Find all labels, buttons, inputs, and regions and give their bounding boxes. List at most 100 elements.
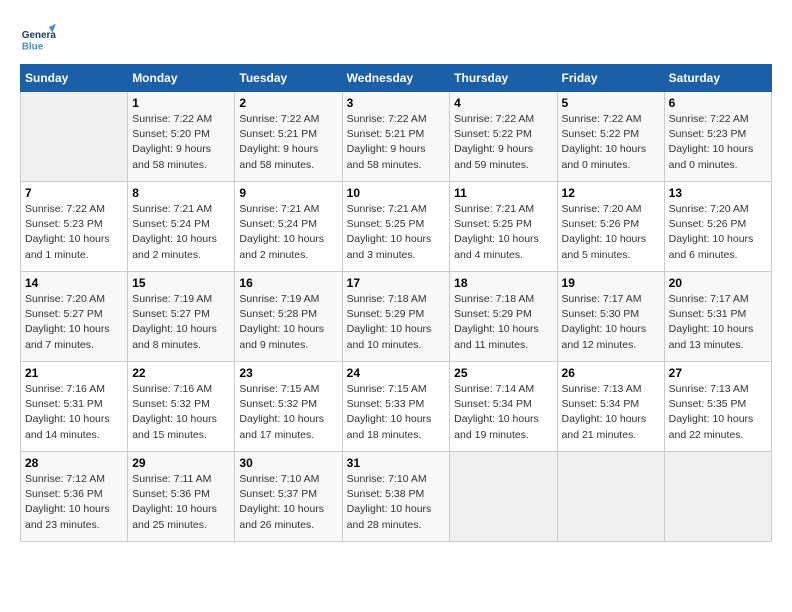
day-number: 29 — [132, 456, 230, 470]
day-info: Sunrise: 7:22 AMSunset: 5:23 PMDaylight:… — [669, 112, 767, 173]
calendar-cell: 7 Sunrise: 7:22 AMSunset: 5:23 PMDaylight… — [21, 182, 128, 272]
day-number: 1 — [132, 96, 230, 110]
calendar-cell: 6 Sunrise: 7:22 AMSunset: 5:23 PMDaylight… — [664, 92, 771, 182]
day-number: 8 — [132, 186, 230, 200]
calendar-cell: 10 Sunrise: 7:21 AMSunset: 5:25 PMDayligh… — [342, 182, 450, 272]
calendar-cell — [557, 452, 664, 542]
day-info: Sunrise: 7:21 AMSunset: 5:24 PMDaylight:… — [239, 202, 337, 263]
day-number: 27 — [669, 366, 767, 380]
day-info: Sunrise: 7:17 AMSunset: 5:31 PMDaylight:… — [669, 292, 767, 353]
day-info: Sunrise: 7:22 AMSunset: 5:23 PMDaylight:… — [25, 202, 123, 263]
svg-text:General: General — [22, 30, 56, 41]
calendar-cell — [21, 92, 128, 182]
calendar-cell: 1 Sunrise: 7:22 AMSunset: 5:20 PMDaylight… — [128, 92, 235, 182]
day-number: 3 — [347, 96, 446, 110]
calendar-cell — [664, 452, 771, 542]
day-info: Sunrise: 7:19 AMSunset: 5:28 PMDaylight:… — [239, 292, 337, 353]
day-number: 31 — [347, 456, 446, 470]
day-info: Sunrise: 7:22 AMSunset: 5:22 PMDaylight:… — [454, 112, 552, 173]
calendar-cell: 23Sunrise: 7:15 AMSunset: 5:32 PMDayligh… — [235, 362, 342, 452]
calendar-cell: 15 Sunrise: 7:19 AMSunset: 5:27 PMDayligh… — [128, 272, 235, 362]
calendar-cell: 19Sunrise: 7:17 AMSunset: 5:30 PMDayligh… — [557, 272, 664, 362]
day-info: Sunrise: 7:22 AMSunset: 5:21 PMDaylight:… — [347, 112, 446, 173]
day-info: Sunrise: 7:20 AMSunset: 5:26 PMDaylight:… — [669, 202, 767, 263]
page-header: General Blue — [20, 20, 772, 56]
calendar-week-4: 21 Sunrise: 7:16 AMSunset: 5:31 PMDayligh… — [21, 362, 772, 452]
day-info: Sunrise: 7:13 AMSunset: 5:35 PMDaylight:… — [669, 382, 767, 443]
day-number: 14 — [25, 276, 123, 290]
day-info: Sunrise: 7:14 AMSunset: 5:34 PMDaylight:… — [454, 382, 552, 443]
calendar-cell: 31 Sunrise: 7:10 AMSunset: 5:38 PMDayligh… — [342, 452, 450, 542]
day-number: 16 — [239, 276, 337, 290]
calendar-cell: 3 Sunrise: 7:22 AMSunset: 5:21 PMDaylight… — [342, 92, 450, 182]
calendar-cell: 13 Sunrise: 7:20 AMSunset: 5:26 PMDayligh… — [664, 182, 771, 272]
day-number: 15 — [132, 276, 230, 290]
column-header-wednesday: Wednesday — [342, 65, 450, 92]
day-number: 28 — [25, 456, 123, 470]
calendar-cell: 18Sunrise: 7:18 AMSunset: 5:29 PMDayligh… — [450, 272, 557, 362]
calendar-cell: 29Sunrise: 7:11 AMSunset: 5:36 PMDayligh… — [128, 452, 235, 542]
calendar-cell: 16 Sunrise: 7:19 AMSunset: 5:28 PMDayligh… — [235, 272, 342, 362]
calendar-cell: 12Sunrise: 7:20 AMSunset: 5:26 PMDayligh… — [557, 182, 664, 272]
day-number: 17 — [347, 276, 446, 290]
column-header-monday: Monday — [128, 65, 235, 92]
calendar-cell: 8 Sunrise: 7:21 AMSunset: 5:24 PMDaylight… — [128, 182, 235, 272]
day-info: Sunrise: 7:21 AMSunset: 5:25 PMDaylight:… — [347, 202, 446, 263]
day-number: 21 — [25, 366, 123, 380]
calendar-cell: 20 Sunrise: 7:17 AMSunset: 5:31 PMDayligh… — [664, 272, 771, 362]
column-header-tuesday: Tuesday — [235, 65, 342, 92]
day-number: 6 — [669, 96, 767, 110]
day-number: 25 — [454, 366, 552, 380]
day-number: 23 — [239, 366, 337, 380]
day-info: Sunrise: 7:19 AMSunset: 5:27 PMDaylight:… — [132, 292, 230, 353]
day-info: Sunrise: 7:22 AMSunset: 5:22 PMDaylight:… — [562, 112, 660, 173]
day-number: 11 — [454, 186, 552, 200]
day-number: 30 — [239, 456, 337, 470]
day-info: Sunrise: 7:13 AMSunset: 5:34 PMDaylight:… — [562, 382, 660, 443]
day-number: 9 — [239, 186, 337, 200]
calendar-week-3: 14 Sunrise: 7:20 AMSunset: 5:27 PMDayligh… — [21, 272, 772, 362]
day-number: 2 — [239, 96, 337, 110]
day-info: Sunrise: 7:22 AMSunset: 5:21 PMDaylight:… — [239, 112, 337, 173]
calendar-cell: 28 Sunrise: 7:12 AMSunset: 5:36 PMDayligh… — [21, 452, 128, 542]
logo-icon: General Blue — [20, 20, 56, 56]
calendar-cell: 27 Sunrise: 7:13 AMSunset: 5:35 PMDayligh… — [664, 362, 771, 452]
day-number: 18 — [454, 276, 552, 290]
day-info: Sunrise: 7:15 AMSunset: 5:33 PMDaylight:… — [347, 382, 446, 443]
day-number: 7 — [25, 186, 123, 200]
calendar-cell: 21 Sunrise: 7:16 AMSunset: 5:31 PMDayligh… — [21, 362, 128, 452]
calendar-cell: 17Sunrise: 7:18 AMSunset: 5:29 PMDayligh… — [342, 272, 450, 362]
day-info: Sunrise: 7:22 AMSunset: 5:20 PMDaylight:… — [132, 112, 230, 173]
calendar-cell — [450, 452, 557, 542]
calendar-table: SundayMondayTuesdayWednesdayThursdayFrid… — [20, 64, 772, 542]
day-number: 4 — [454, 96, 552, 110]
day-info: Sunrise: 7:20 AMSunset: 5:26 PMDaylight:… — [562, 202, 660, 263]
logo: General Blue — [20, 20, 60, 56]
calendar-week-1: 1 Sunrise: 7:22 AMSunset: 5:20 PMDaylight… — [21, 92, 772, 182]
day-info: Sunrise: 7:12 AMSunset: 5:36 PMDaylight:… — [25, 472, 123, 533]
day-number: 22 — [132, 366, 230, 380]
day-info: Sunrise: 7:16 AMSunset: 5:31 PMDaylight:… — [25, 382, 123, 443]
column-header-thursday: Thursday — [450, 65, 557, 92]
column-header-friday: Friday — [557, 65, 664, 92]
column-header-saturday: Saturday — [664, 65, 771, 92]
calendar-cell: 14 Sunrise: 7:20 AMSunset: 5:27 PMDayligh… — [21, 272, 128, 362]
calendar-cell: 22Sunrise: 7:16 AMSunset: 5:32 PMDayligh… — [128, 362, 235, 452]
calendar-cell: 2 Sunrise: 7:22 AMSunset: 5:21 PMDaylight… — [235, 92, 342, 182]
day-info: Sunrise: 7:10 AMSunset: 5:38 PMDaylight:… — [347, 472, 446, 533]
day-info: Sunrise: 7:17 AMSunset: 5:30 PMDaylight:… — [562, 292, 660, 353]
calendar-cell: 4 Sunrise: 7:22 AMSunset: 5:22 PMDaylight… — [450, 92, 557, 182]
calendar-cell: 25 Sunrise: 7:14 AMSunset: 5:34 PMDayligh… — [450, 362, 557, 452]
calendar-cell: 26Sunrise: 7:13 AMSunset: 5:34 PMDayligh… — [557, 362, 664, 452]
calendar-week-5: 28 Sunrise: 7:12 AMSunset: 5:36 PMDayligh… — [21, 452, 772, 542]
day-number: 13 — [669, 186, 767, 200]
day-info: Sunrise: 7:21 AMSunset: 5:24 PMDaylight:… — [132, 202, 230, 263]
day-number: 20 — [669, 276, 767, 290]
calendar-cell: 5Sunrise: 7:22 AMSunset: 5:22 PMDaylight… — [557, 92, 664, 182]
day-number: 10 — [347, 186, 446, 200]
day-info: Sunrise: 7:20 AMSunset: 5:27 PMDaylight:… — [25, 292, 123, 353]
day-number: 24 — [347, 366, 446, 380]
calendar-cell: 9 Sunrise: 7:21 AMSunset: 5:24 PMDaylight… — [235, 182, 342, 272]
day-info: Sunrise: 7:21 AMSunset: 5:25 PMDaylight:… — [454, 202, 552, 263]
column-header-sunday: Sunday — [21, 65, 128, 92]
